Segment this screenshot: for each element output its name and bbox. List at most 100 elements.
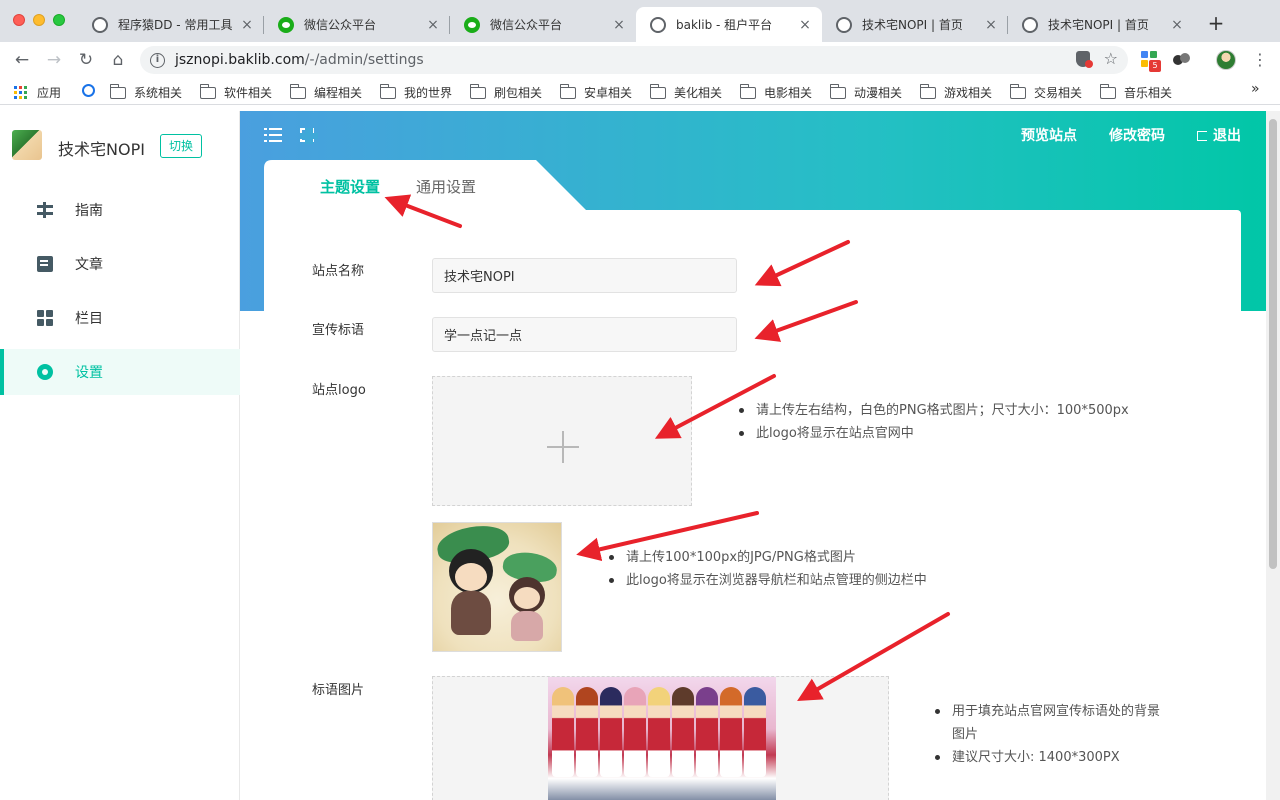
- window-minimize-button[interactable]: [33, 14, 45, 26]
- site-name-input[interactable]: [432, 258, 737, 293]
- tab-theme-settings[interactable]: 主题设置: [320, 176, 380, 197]
- folder-icon: [1099, 83, 1116, 99]
- window-close-button[interactable]: [13, 14, 25, 26]
- sidebar: 技术宅NOPI 切换 指南 文章 栏目 设置: [0, 111, 240, 800]
- browser-tab[interactable]: 技术宅NOPI | 首页 ×: [1008, 7, 1194, 42]
- extension-icon[interactable]: 5: [1141, 51, 1161, 72]
- slogan-image-hints: 用于填充站点官网宣传标语处的背景图片 建议尺寸大小: 1400*300PX: [932, 700, 1162, 769]
- address-bar[interactable]: i jsznopi.baklib.com /-/admin/settings ☆: [140, 46, 1128, 74]
- menu-list-icon[interactable]: [264, 127, 282, 143]
- browser-tab-label: 技术宅NOPI | 首页: [1048, 18, 1149, 32]
- close-tab-icon[interactable]: ×: [240, 17, 254, 33]
- bookmark-folder[interactable]: 动漫相关: [829, 83, 902, 101]
- slogan-input[interactable]: [432, 317, 737, 352]
- site-name-label: 站点名称: [312, 264, 365, 279]
- browser-tab[interactable]: 微信公众平台 ×: [264, 7, 450, 42]
- settings-icon: [37, 364, 53, 380]
- folder-icon: [109, 83, 126, 99]
- bookmark-apps[interactable]: 应用: [14, 84, 61, 101]
- page-scrollbar[interactable]: [1266, 111, 1280, 800]
- sidebar-item-guide[interactable]: 指南: [0, 187, 240, 233]
- folder-icon: [199, 83, 216, 99]
- wechat-icon: [278, 16, 294, 33]
- shield-blocked-icon[interactable]: [1075, 51, 1093, 68]
- close-tab-icon[interactable]: ×: [798, 17, 812, 33]
- logo-hints: 请上传左右结构，白色的PNG格式图片；尺寸大小：100*500px 此logo将…: [736, 399, 1129, 445]
- globe-icon: [92, 16, 108, 33]
- browser-tab-strip: 程序猿DD - 常用工具 × 微信公众平台 × 微信公众平台 × baklib …: [0, 0, 1280, 42]
- folder-icon: [829, 83, 846, 99]
- guide-icon: [37, 202, 53, 218]
- tab-general-settings[interactable]: 通用设置: [416, 176, 476, 197]
- preview-site-link[interactable]: 预览站点: [1021, 125, 1077, 145]
- browser-tab-label: 微信公众平台: [490, 18, 563, 32]
- info-icon[interactable]: i: [150, 52, 165, 68]
- browser-tab-label: 技术宅NOPI | 首页: [862, 18, 963, 32]
- fullscreen-icon[interactable]: [300, 128, 318, 144]
- logout-icon: [1197, 131, 1207, 141]
- hint-item: 建议尺寸大小: 1400*300PX: [932, 746, 1162, 769]
- browser-tab[interactable]: 微信公众平台 ×: [450, 7, 636, 42]
- hint-item: 用于填充站点官网宣传标语处的背景图片: [932, 700, 1162, 746]
- folder-icon: [919, 83, 936, 99]
- bookmark-folder[interactable]: 音乐相关: [1099, 83, 1172, 101]
- folder-icon: [739, 83, 756, 99]
- folder-icon: [1009, 83, 1026, 99]
- sidebar-item-settings[interactable]: 设置: [0, 349, 240, 395]
- bookmark-folder[interactable]: 安卓相关: [559, 83, 632, 101]
- close-tab-icon[interactable]: ×: [1170, 17, 1184, 33]
- bookmark-folder[interactable]: 系统相关: [109, 83, 182, 101]
- folder-icon: [649, 83, 666, 99]
- site-logo: [12, 130, 42, 160]
- forward-arrow-icon[interactable]: →: [44, 50, 64, 70]
- bookmark-folder[interactable]: 软件相关: [199, 83, 272, 101]
- sidebar-item-articles[interactable]: 文章: [0, 241, 240, 287]
- bookmarks-bar: 应用 系统相关 软件相关 编程相关 我的世界 刷包相关 安卓相关 美化相关 电影…: [0, 78, 1280, 105]
- browser-tab-active[interactable]: baklib - 租户平台 ×: [636, 7, 822, 42]
- bookmark-folder[interactable]: 电影相关: [739, 83, 812, 101]
- bookmark-folder[interactable]: 我的世界: [379, 83, 452, 101]
- apps-grid-icon: [14, 86, 27, 99]
- sidebar-item-columns[interactable]: 栏目: [0, 295, 240, 341]
- close-tab-icon[interactable]: ×: [612, 17, 626, 33]
- scrollbar-thumb[interactable]: [1269, 119, 1277, 569]
- close-tab-icon[interactable]: ×: [426, 17, 440, 33]
- extension-icon[interactable]: [1173, 51, 1191, 69]
- browser-toolbar: ← → ↻ ⌂ i jsznopi.baklib.com /-/admin/se…: [0, 42, 1280, 78]
- logo-upload-box[interactable]: [432, 376, 692, 506]
- bookmark-folder[interactable]: 美化相关: [649, 83, 722, 101]
- bookmark-star-icon[interactable]: ☆: [1104, 51, 1118, 67]
- change-password-link[interactable]: 修改密码: [1109, 125, 1165, 145]
- browser-tab-label: 微信公众平台: [304, 18, 377, 32]
- bookmark-history[interactable]: [82, 84, 105, 97]
- reload-icon[interactable]: ↻: [76, 50, 96, 70]
- wechat-icon: [464, 16, 480, 33]
- bookmarks-overflow-icon[interactable]: »: [1251, 81, 1260, 97]
- slogan-image-upload[interactable]: [432, 676, 889, 800]
- new-tab-button[interactable]: +: [1206, 13, 1226, 33]
- hint-item: 请上传左右结构，白色的PNG格式图片；尺寸大小：100*500px: [736, 399, 1129, 422]
- bookmark-folder[interactable]: 游戏相关: [919, 83, 992, 101]
- browser-tab[interactable]: 程序猿DD - 常用工具 ×: [78, 7, 264, 42]
- sidebar-item-label: 文章: [75, 257, 103, 273]
- logout-link[interactable]: 退出: [1197, 125, 1241, 145]
- plus-icon: [547, 431, 579, 463]
- more-menu-icon[interactable]: ⋮: [1252, 50, 1268, 70]
- globe-icon: [836, 16, 852, 33]
- sidebar-item-label: 指南: [75, 203, 103, 219]
- bookmark-folder[interactable]: 交易相关: [1009, 83, 1082, 101]
- back-arrow-icon[interactable]: ←: [12, 50, 32, 70]
- close-tab-icon[interactable]: ×: [984, 17, 998, 33]
- slogan-label: 宣传标语: [312, 323, 365, 338]
- bookmark-folder[interactable]: 编程相关: [289, 83, 362, 101]
- favicon-upload-image[interactable]: [432, 522, 562, 652]
- browser-tab[interactable]: 技术宅NOPI | 首页 ×: [822, 7, 1008, 42]
- bookmark-folder[interactable]: 刷包相关: [469, 83, 542, 101]
- browser-tab-label: baklib - 租户平台: [676, 18, 773, 32]
- profile-avatar[interactable]: [1216, 50, 1236, 70]
- switch-site-button[interactable]: 切换: [160, 134, 203, 158]
- home-icon[interactable]: ⌂: [108, 50, 128, 70]
- hint-item: 此logo将显示在站点官网中: [736, 422, 1129, 445]
- sidebar-item-label: 设置: [75, 365, 103, 381]
- window-zoom-button[interactable]: [53, 14, 65, 26]
